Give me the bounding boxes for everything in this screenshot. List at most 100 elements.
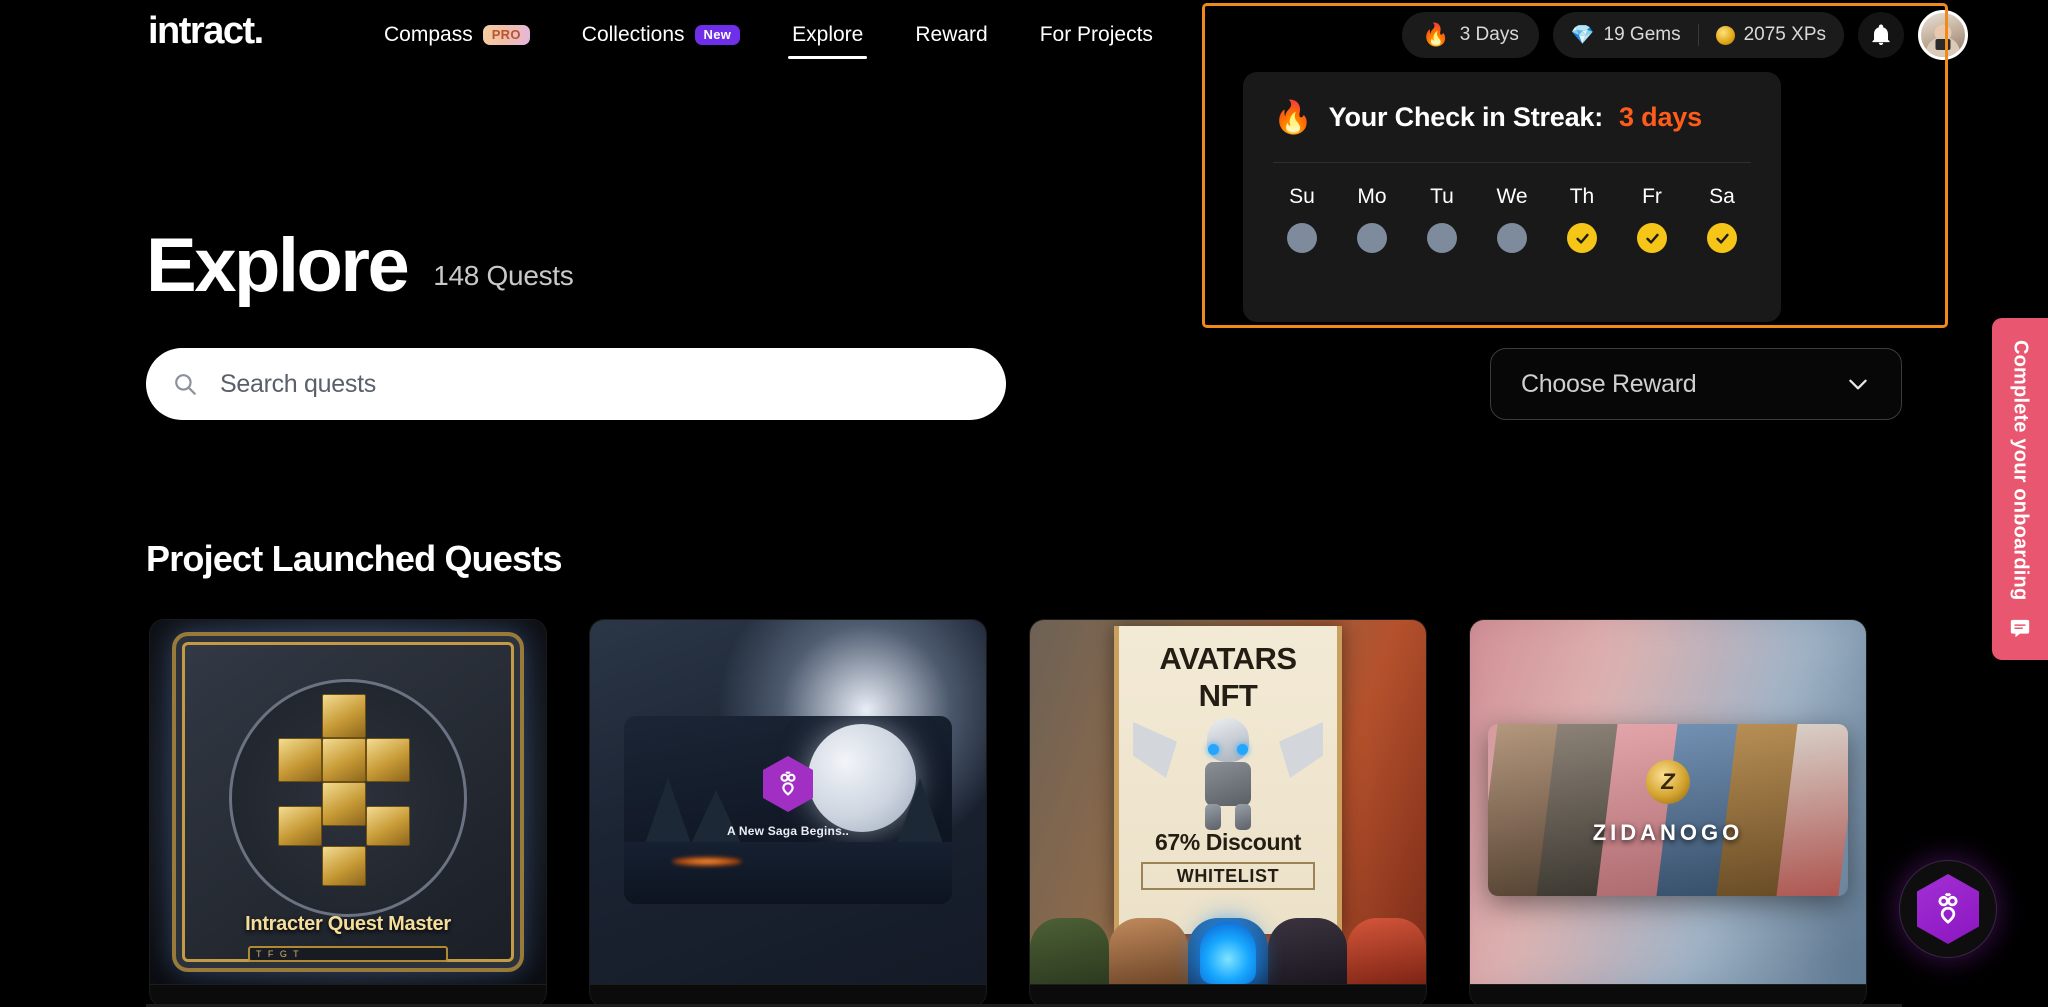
quest-count-label: 148 Quests: [433, 260, 574, 291]
onboarding-side-tab[interactable]: Complete your onboarding: [1992, 318, 2048, 660]
day-label: Tu: [1430, 185, 1454, 208]
quest-card-grid: Intracter Quest Master T F G T A New Sag…: [150, 620, 1866, 1006]
streak-day-sa[interactable]: Sa: [1699, 185, 1745, 253]
mountain-peak: [894, 778, 946, 852]
nav-item-explore[interactable]: Explore: [788, 0, 868, 70]
day-dot-empty: [1287, 223, 1317, 253]
fire-icon: 🔥: [1273, 99, 1313, 135]
nav-badge-pro: PRO: [482, 24, 530, 46]
chevron-down-icon: [1849, 379, 1867, 390]
streak-day-tu[interactable]: Tu: [1419, 185, 1465, 253]
nav-label-for-projects: For Projects: [1039, 23, 1153, 46]
lava-glow: [672, 857, 742, 866]
streak-panel-heading: 🔥 Your Check in Streak: 3 days: [1273, 98, 1751, 136]
robot-eye: [1208, 744, 1219, 755]
xp-segment[interactable]: 2075 XPs: [1715, 24, 1826, 46]
nav-item-collections[interactable]: Collections New: [578, 0, 744, 70]
wing-left: [1133, 722, 1177, 778]
day-label: Mo: [1357, 185, 1387, 208]
quest-card-avatars-nft[interactable]: AVATARS NFT 67% Discount WHITELIST: [1030, 620, 1426, 1006]
top-navbar: intract. Compass PRO Collections New Exp…: [0, 0, 2048, 70]
mountain-peak: [642, 778, 694, 852]
page-heading-row: Explore 148 Quests: [146, 228, 574, 304]
avatar-camera: [1935, 38, 1951, 50]
check-icon: [1715, 233, 1729, 244]
gem-icon: 💎: [1570, 25, 1595, 46]
card-image: Z ZIDANOGO: [1470, 620, 1866, 984]
nav-label-explore: Explore: [792, 23, 864, 46]
page-root: intract. Compass PRO Collections New Exp…: [0, 0, 2048, 1007]
card-caption: Intracter Quest Master: [245, 913, 451, 935]
ground: [624, 842, 952, 904]
scroll-poster: AVATARS NFT 67% Discount WHITELIST: [1114, 626, 1342, 934]
notification-button[interactable]: [1858, 12, 1904, 58]
robot-leg: [1205, 804, 1221, 830]
day-dot-empty: [1427, 223, 1457, 253]
streak-day-fr[interactable]: Fr: [1629, 185, 1675, 253]
card-brand-label: ZIDANOGO: [1592, 820, 1744, 845]
pill-divider: [1697, 24, 1699, 46]
day-label: We: [1496, 185, 1528, 208]
intract-assistant-fab[interactable]: [1900, 861, 1996, 957]
section-title-project-launched-quests: Project Launched Quests: [146, 538, 563, 579]
robot-head: [1207, 718, 1249, 762]
wallet-pill-group[interactable]: 💎 19 Gems 2075 XPs: [1552, 12, 1844, 58]
gems-segment[interactable]: 💎 19 Gems: [1571, 23, 1681, 47]
card-footer: [150, 984, 546, 1006]
gold-cube: [322, 694, 366, 738]
gold-cube: [278, 806, 322, 846]
streak-day-su[interactable]: Su: [1279, 185, 1325, 253]
streak-pill[interactable]: 🔥 3 Days: [1402, 12, 1539, 58]
header-right-cluster: 🔥 3 Days 💎 19 Gems 2075 XPs: [1402, 0, 2048, 70]
robot-eye: [1237, 744, 1248, 755]
robot-torso: [1205, 762, 1251, 806]
streak-days-row: Su Mo Tu We Th Fr Sa: [1273, 163, 1751, 253]
intract-hex-icon: [763, 756, 813, 812]
user-avatar[interactable]: [1918, 10, 1968, 60]
wing-right: [1279, 722, 1323, 778]
day-dot-empty: [1357, 223, 1387, 253]
blue-flame: [1200, 922, 1256, 984]
main-nav: Compass PRO Collections New Explore Rewa…: [380, 0, 1157, 70]
robot-avatar: [1197, 718, 1259, 830]
check-icon: [1575, 233, 1589, 244]
day-dot-checked: [1707, 223, 1737, 253]
fire-icon: 🔥: [1422, 22, 1450, 47]
streak-title-text: Your Check in Streak:: [1328, 101, 1604, 132]
choose-reward-dropdown[interactable]: Choose Reward: [1490, 348, 1902, 420]
quest-card-a-new-saga-begins[interactable]: A New Saga Begins..: [590, 620, 986, 1006]
streak-day-mo[interactable]: Mo: [1349, 185, 1395, 253]
nav-badge-new: New: [694, 24, 741, 46]
coin-icon: Z: [1646, 760, 1690, 804]
day-label: Fr: [1642, 185, 1662, 208]
discount-label: 67% Discount: [1154, 829, 1301, 855]
character: [1267, 918, 1347, 984]
gold-cube: [322, 738, 366, 782]
streak-day-we[interactable]: We: [1489, 185, 1535, 253]
character: [1109, 918, 1189, 984]
nav-item-reward[interactable]: Reward: [911, 0, 991, 70]
nav-label-collections: Collections: [581, 23, 685, 46]
check-in-streak-panel: 🔥 Your Check in Streak: 3 days Su Mo Tu …: [1243, 72, 1781, 322]
choose-reward-label: Choose Reward: [1521, 369, 1697, 398]
day-dot-empty: [1497, 223, 1527, 253]
quest-card-zidanogo[interactable]: Z ZIDANOGO: [1470, 620, 1866, 1006]
gems-label: 19 Gems: [1603, 24, 1681, 45]
search-quests-box[interactable]: Search quests: [146, 348, 1006, 420]
streak-pill-label: 3 Days: [1459, 24, 1519, 45]
onboarding-tab-label: Complete your onboarding: [2009, 340, 2032, 601]
brand-logo[interactable]: intract.: [148, 10, 264, 53]
nav-item-compass[interactable]: Compass PRO: [380, 0, 534, 70]
gold-cube: [322, 846, 366, 886]
gold-cube: [366, 806, 410, 846]
coin-icon: [1715, 25, 1735, 45]
streak-day-th[interactable]: Th: [1559, 185, 1605, 253]
search-input[interactable]: Search quests: [220, 370, 376, 399]
quest-card-intracter-quest-master[interactable]: Intracter Quest Master T F G T: [150, 620, 546, 1006]
card-footer: [1470, 984, 1866, 1006]
card-inner-art: A New Saga Begins..: [624, 716, 952, 904]
intract-hex-icon: [1917, 874, 1979, 944]
nav-item-for-projects[interactable]: For Projects: [1036, 0, 1157, 70]
card-image: A New Saga Begins..: [590, 620, 986, 984]
character: [1346, 918, 1426, 984]
